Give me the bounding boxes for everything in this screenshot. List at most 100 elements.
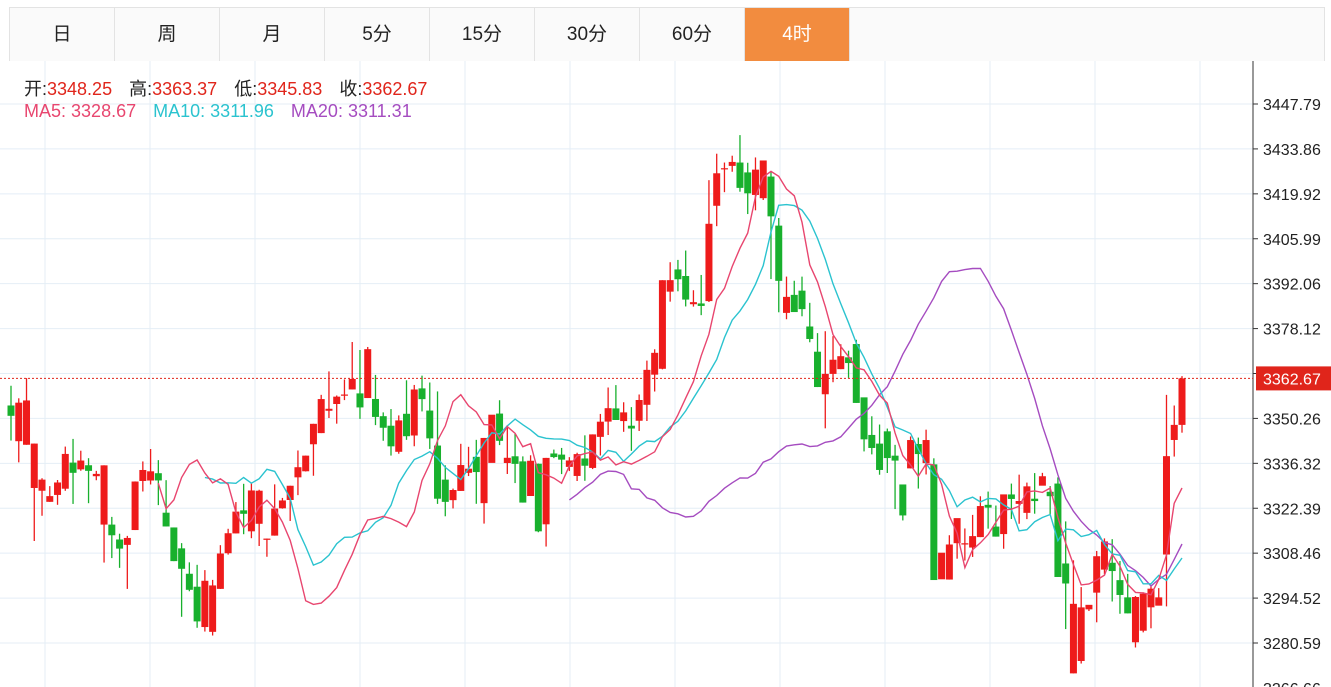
candle-body	[876, 443, 884, 470]
candle-body	[1178, 378, 1186, 425]
candle	[620, 402, 628, 432]
ma5-value: 3328.67	[71, 101, 137, 121]
candle-body	[1023, 486, 1031, 513]
candle	[728, 155, 736, 172]
tab-5min[interactable]: 5分	[325, 8, 430, 61]
candle-body	[294, 467, 302, 478]
open-value: 3348.25	[47, 79, 113, 99]
candle	[945, 535, 953, 580]
candle-body	[232, 511, 240, 534]
candle	[162, 480, 170, 527]
candle-body	[527, 460, 535, 496]
candle-body	[54, 482, 62, 495]
tab-60min[interactable]: 60分	[640, 8, 745, 61]
high-label: 高:	[129, 79, 153, 99]
candle-body	[604, 408, 612, 422]
candle	[294, 450, 302, 496]
candle	[38, 478, 46, 516]
candle	[829, 336, 837, 383]
candle	[387, 409, 395, 456]
candle-body	[1170, 424, 1178, 440]
ma20-value: 3311.31	[347, 101, 412, 121]
candle-body	[178, 548, 186, 569]
candle-body	[573, 454, 581, 476]
y-axis-tick-label: 3419.92	[1263, 187, 1321, 204]
candle	[565, 457, 573, 472]
tab-30min[interactable]: 30分	[535, 8, 640, 61]
candle	[689, 290, 697, 307]
candle-body	[627, 425, 635, 429]
tab-month[interactable]: 月	[220, 8, 325, 61]
candle-body	[651, 352, 659, 375]
candle-body	[85, 465, 93, 471]
tab-week[interactable]: 周	[115, 8, 220, 61]
candle	[527, 455, 535, 496]
candle-body	[1116, 580, 1124, 595]
candle-body	[860, 397, 868, 440]
candle-body	[558, 454, 566, 460]
candle-body	[224, 533, 232, 554]
candle	[193, 564, 201, 628]
candle	[596, 413, 604, 456]
candle-body	[798, 290, 806, 310]
candle	[395, 415, 403, 454]
candle	[1038, 472, 1046, 486]
candle	[542, 457, 550, 547]
candle-body	[387, 425, 395, 447]
candle-body	[635, 399, 643, 421]
candle-body	[7, 405, 15, 416]
candle	[550, 449, 558, 459]
ma10-line	[204, 203, 1183, 585]
candle-body	[170, 527, 178, 562]
candle	[1131, 596, 1139, 648]
y-axis-tick-label: 3392.06	[1263, 277, 1321, 294]
candle	[1023, 482, 1031, 520]
y-axis-tick-label: 3336.32	[1263, 456, 1321, 473]
y-axis-tick-label: 3405.99	[1263, 232, 1321, 249]
candle-body	[1131, 596, 1139, 643]
tab-day[interactable]: 日	[10, 8, 115, 61]
tab-bar-filler	[850, 8, 1324, 61]
candle	[984, 491, 992, 529]
candle-body	[821, 373, 829, 395]
candle-body	[108, 524, 116, 536]
candle-body	[38, 479, 46, 491]
candle-body	[899, 484, 907, 516]
candle-body	[418, 388, 426, 400]
candle	[821, 331, 829, 429]
candle-body	[441, 479, 449, 502]
candle-body	[1108, 562, 1116, 572]
candle	[108, 516, 116, 559]
candle	[806, 302, 814, 343]
candle	[1062, 521, 1070, 630]
candle	[666, 262, 674, 302]
candlestick-chart[interactable]: 3447.79 3433.86 3419.92 3405.99 3392.06 3378.…	[0, 61, 1331, 687]
candle	[185, 562, 193, 592]
tab-4hour[interactable]: 4时	[745, 8, 850, 61]
candle	[410, 384, 418, 447]
candle-body	[814, 351, 822, 388]
candle-body	[775, 225, 783, 281]
candle	[751, 157, 759, 211]
candle-body	[1139, 593, 1147, 631]
candle-body	[193, 586, 201, 622]
candle-body	[1038, 476, 1046, 486]
candle	[178, 543, 186, 617]
candle	[116, 533, 124, 568]
y-axis-tick-label: 3280.59	[1263, 636, 1321, 653]
candle-body	[620, 412, 628, 422]
low-value: 3345.83	[257, 79, 323, 99]
ma10-value: 3311.96	[210, 101, 274, 121]
candle-body	[643, 369, 651, 405]
candle-body	[961, 543, 969, 545]
candle	[23, 378, 31, 445]
candle-body	[325, 408, 333, 411]
candle	[30, 443, 38, 542]
candle-body	[379, 416, 387, 428]
candle	[1147, 586, 1155, 629]
candle-body	[1124, 597, 1132, 614]
candle	[658, 280, 666, 370]
tab-15min[interactable]: 15分	[430, 8, 535, 61]
candle	[309, 423, 317, 476]
candle-body	[340, 394, 348, 396]
